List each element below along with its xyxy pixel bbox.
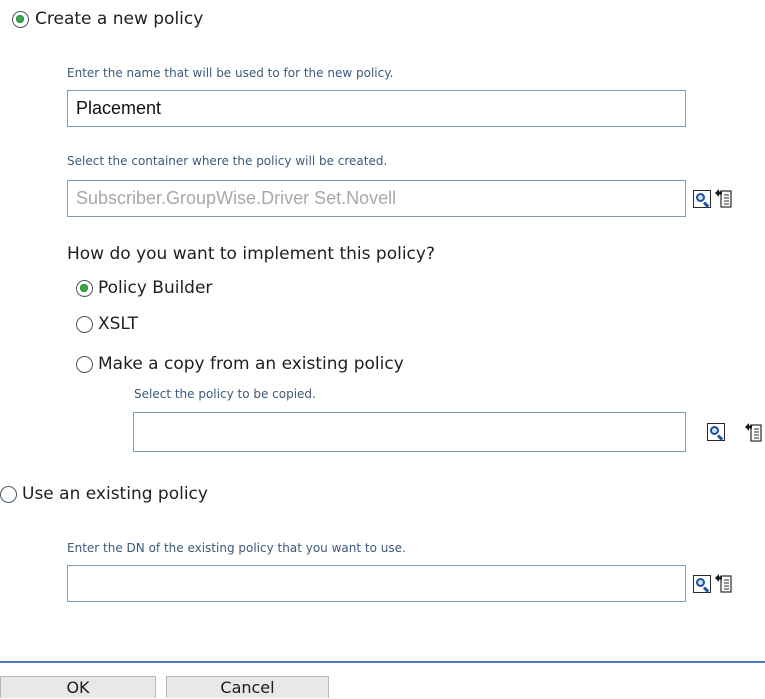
xslt-label[interactable]: XSLT [98, 314, 138, 334]
policy-builder-radio[interactable] [76, 280, 93, 297]
copy-existing-label[interactable]: Make a copy from an existing policy [98, 354, 404, 374]
container-browse-icon[interactable] [714, 187, 733, 209]
copy-existing-radio[interactable] [76, 356, 93, 373]
cancel-button[interactable]: Cancel [166, 676, 329, 698]
use-existing-policy-label[interactable]: Use an existing policy [22, 484, 208, 504]
footer-divider [0, 661, 765, 663]
existing-dn-hint: Enter the DN of the existing policy that… [67, 541, 406, 555]
container-search-icon[interactable] [693, 190, 711, 208]
copy-policy-input[interactable] [133, 412, 686, 452]
implement-question: How do you want to implement this policy… [67, 244, 435, 264]
existing-search-icon[interactable] [693, 575, 711, 593]
copy-search-icon[interactable] [707, 423, 725, 441]
policy-name-input[interactable]: Placement [67, 90, 686, 127]
copy-browse-icon[interactable] [744, 421, 763, 443]
copy-policy-hint: Select the policy to be copied. [134, 387, 316, 401]
container-input[interactable]: Subscriber.GroupWise.Driver Set.Novell [67, 180, 686, 217]
policy-name-hint: Enter the name that will be used to for … [67, 66, 394, 80]
policy-builder-label[interactable]: Policy Builder [98, 278, 212, 298]
xslt-radio[interactable] [76, 316, 93, 333]
use-existing-policy-radio[interactable] [0, 486, 17, 503]
ok-button[interactable]: OK [0, 676, 156, 698]
existing-dn-input[interactable] [67, 565, 686, 602]
existing-browse-icon[interactable] [714, 572, 733, 594]
create-new-policy-radio[interactable] [12, 11, 29, 28]
container-hint: Select the container where the policy wi… [67, 154, 388, 168]
create-new-policy-label[interactable]: Create a new policy [35, 9, 203, 29]
